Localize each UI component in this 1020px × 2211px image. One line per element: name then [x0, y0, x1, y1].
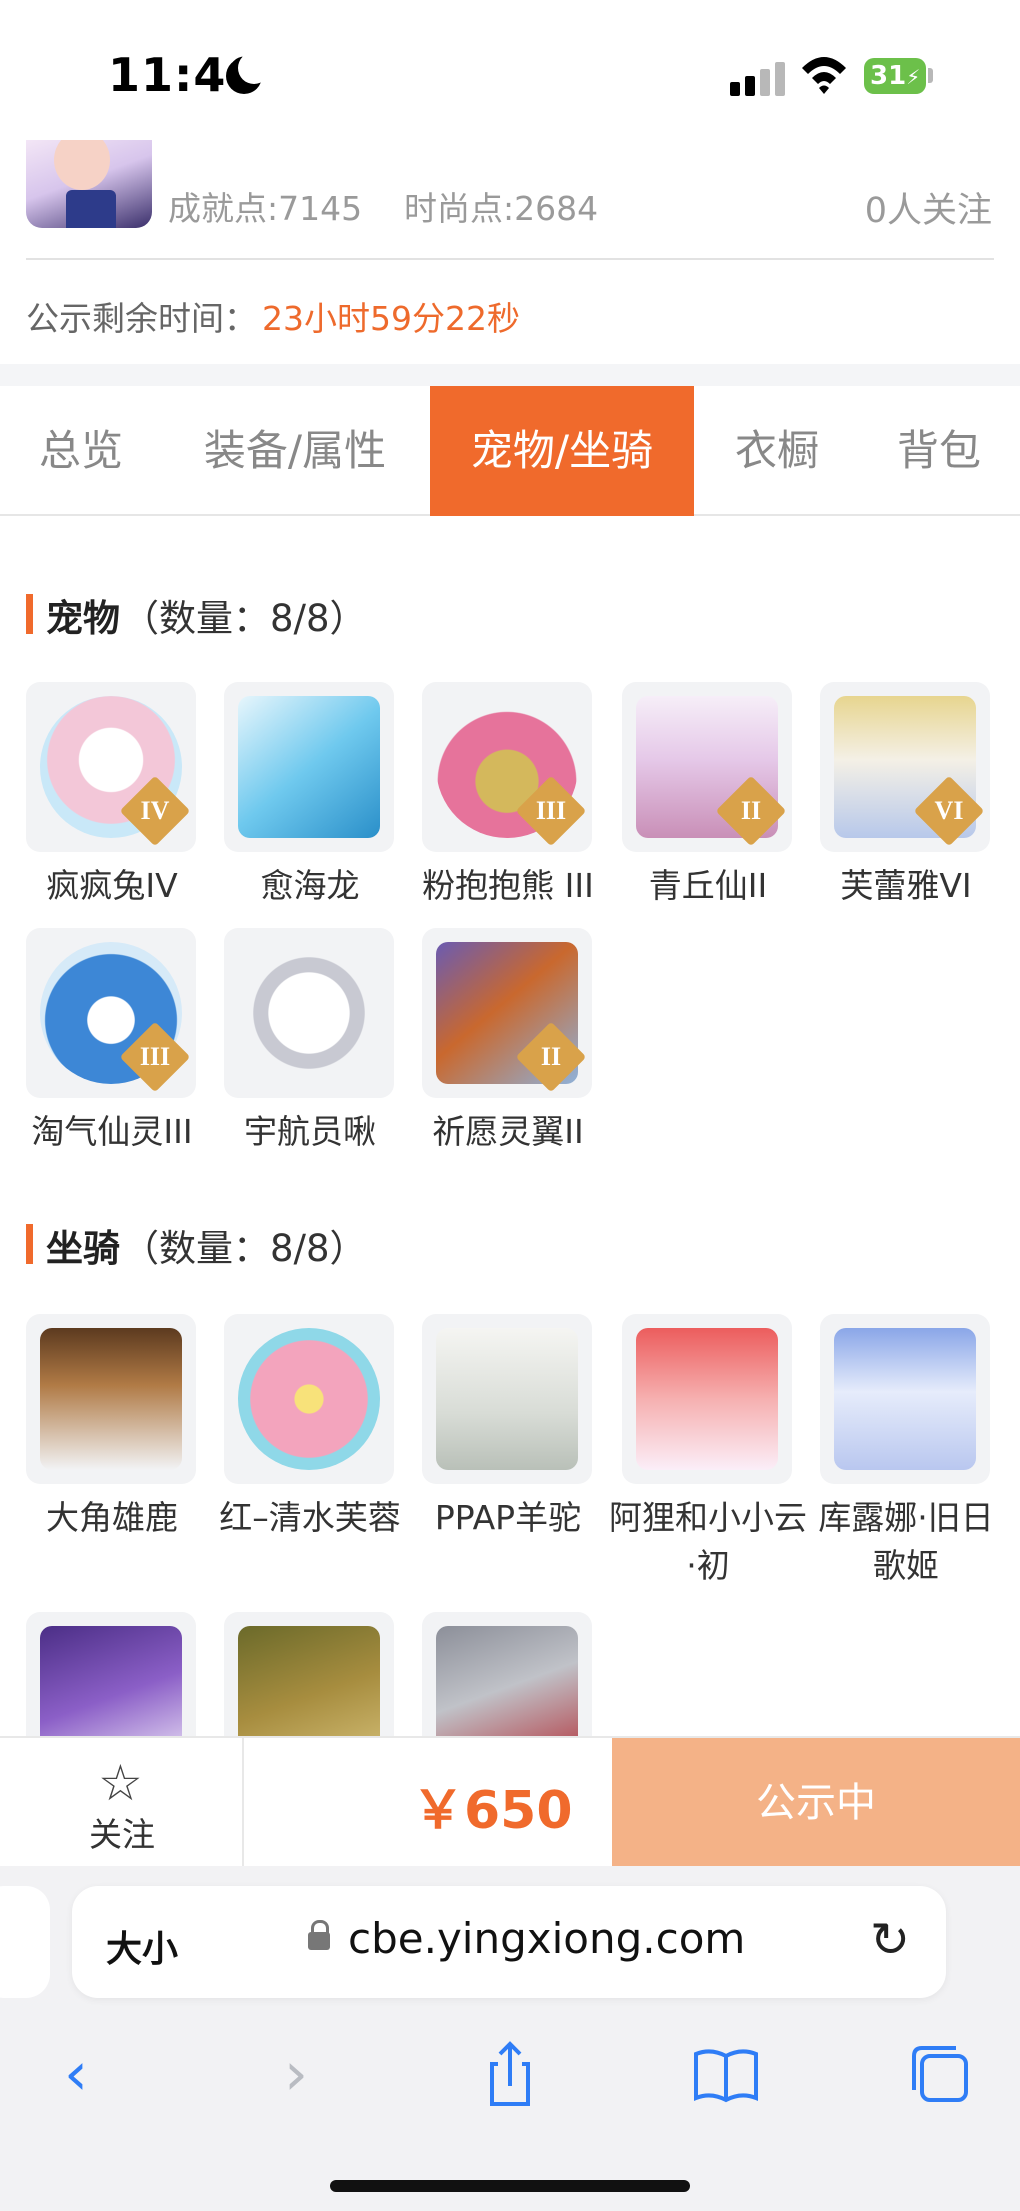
pet-name: 祈愿灵翼II	[432, 1112, 584, 1151]
mount-item[interactable]: 库露娜·旧日歌姬	[818, 1314, 994, 1590]
pet-item[interactable]: II 祈愿灵翼II	[422, 928, 594, 1156]
status-bar: 11:46 31⚡	[0, 0, 1020, 140]
mounts-count: （数量：8/8）	[122, 1227, 367, 1270]
wifi-icon	[802, 57, 846, 94]
action-bar: ☆ 关注 ￥650 公示中	[0, 1736, 1020, 1868]
pet-name: 淘气仙灵III	[31, 1112, 193, 1151]
alpaca-mount-icon	[436, 1328, 578, 1470]
item-header: 成就点:7145 时尚点:2684 0人关注 公示剩余时间： 23小时59分22…	[0, 140, 1020, 365]
home-indicator	[330, 2180, 690, 2192]
achievement-points: 成就点:7145	[168, 189, 363, 228]
pet-name: 愈海龙	[260, 866, 360, 905]
pet-item[interactable]: 愈海龙	[224, 682, 396, 910]
pet-name: 芙蕾雅VI	[840, 866, 972, 905]
tab-pets-mounts[interactable]: 宠物/坐骑	[430, 386, 694, 516]
mount-item[interactable]: 大角雄鹿	[26, 1314, 198, 1542]
browser-toolbar: 大小 cbe.yingxiong.com ↻ ‹ ›	[0, 1866, 1020, 2211]
rank-badge: VI	[913, 775, 985, 847]
follow-label: 关注	[89, 1815, 155, 1854]
fashion-points: 时尚点:2684	[404, 189, 599, 228]
share-icon[interactable]	[470, 2034, 550, 2114]
pets-title: 宠物	[46, 597, 120, 640]
section-gap	[0, 364, 1020, 386]
notice-countdown: 23小时59分22秒	[262, 299, 520, 338]
mount-name: 大角雄鹿	[46, 1498, 178, 1537]
tab-equipment[interactable]: 装备/属性	[170, 386, 420, 516]
mount-item[interactable]: 红–清水芙蓉	[219, 1314, 401, 1542]
star-icon: ☆	[98, 1754, 143, 1812]
stag-mount-icon	[40, 1328, 182, 1470]
astronaut-pet-icon	[238, 942, 380, 1084]
mount-name: PPAP羊驼	[434, 1498, 582, 1537]
songstress-mount-icon	[834, 1328, 976, 1470]
divider	[26, 258, 994, 260]
mount-name: 库露娜·旧日歌姬	[818, 1498, 994, 1585]
notice-label: 公示剩余时间：	[26, 299, 257, 338]
bookmarks-icon[interactable]	[686, 2034, 766, 2114]
reload-icon[interactable]: ↻	[870, 1912, 910, 1968]
rank-badge: III	[515, 775, 587, 847]
rank-badge: IV	[119, 775, 191, 847]
pets-count: （数量：8/8）	[122, 597, 367, 640]
ali-fox-mount-icon	[636, 1328, 778, 1470]
tabs-icon[interactable]	[900, 2034, 980, 2114]
price: ￥650	[412, 1781, 573, 1841]
pet-item[interactable]: IV 疯疯兔IV	[26, 682, 198, 910]
url-text: cbe.yingxiong.com	[348, 1914, 746, 1963]
character-avatar	[26, 140, 152, 228]
sea-dragon-pet-icon	[238, 696, 380, 838]
mount-item[interactable]: 阿狸和小小云·初	[609, 1314, 807, 1590]
battery-icon: 31⚡	[864, 58, 926, 94]
section-accent-bar	[26, 1224, 33, 1264]
text-size-button[interactable]: 大小	[106, 1920, 178, 1972]
battery-level: 31	[870, 61, 907, 91]
moon-icon	[226, 52, 270, 94]
address-bar[interactable]: 大小 cbe.yingxiong.com ↻	[72, 1886, 946, 1998]
section-accent-bar	[26, 594, 33, 634]
tab-bar: 总览 装备/属性 宠物/坐骑 衣橱 背包	[0, 386, 1020, 516]
mount-name: 红–清水芙蓉	[219, 1498, 401, 1537]
cellular-signal-icon	[730, 62, 786, 96]
pet-item[interactable]: III 粉抱抱熊 III	[422, 682, 594, 910]
pet-name: 宇航员啾	[244, 1112, 376, 1151]
rank-badge: II	[515, 1021, 587, 1093]
pet-name: 粉抱抱熊 III	[422, 866, 594, 905]
pet-item[interactable]: II 青丘仙II	[622, 682, 794, 910]
mounts-title: 坐骑	[46, 1227, 120, 1270]
forward-icon[interactable]: ›	[256, 2034, 336, 2114]
lock-icon	[308, 1920, 330, 1950]
rank-badge: III	[119, 1021, 191, 1093]
back-icon[interactable]: ‹	[36, 2034, 116, 2114]
tab-overview[interactable]: 总览	[0, 386, 162, 516]
previous-tab-preview[interactable]	[0, 1886, 50, 1998]
mount-item[interactable]: PPAP羊驼	[422, 1314, 594, 1542]
rank-badge: II	[715, 775, 787, 847]
follower-count: 0人关注	[864, 191, 992, 231]
pet-item[interactable]: 宇航员啾	[224, 928, 396, 1156]
follow-button[interactable]: ☆ 关注	[0, 1738, 244, 1868]
mount-name: 阿狸和小小云·初	[609, 1498, 807, 1585]
pet-item[interactable]: VI 芙蕾雅VI	[820, 682, 992, 910]
pet-name: 青丘仙II	[648, 866, 768, 905]
pet-name: 疯疯兔IV	[46, 866, 178, 905]
battery-tip	[928, 68, 933, 83]
public-notice-button[interactable]: 公示中	[612, 1738, 1020, 1868]
tab-backpack[interactable]: 背包	[866, 386, 1012, 516]
pet-item[interactable]: III 淘气仙灵III	[26, 928, 198, 1156]
tab-wardrobe[interactable]: 衣橱	[704, 386, 850, 516]
lotus-mount-icon	[238, 1328, 380, 1470]
